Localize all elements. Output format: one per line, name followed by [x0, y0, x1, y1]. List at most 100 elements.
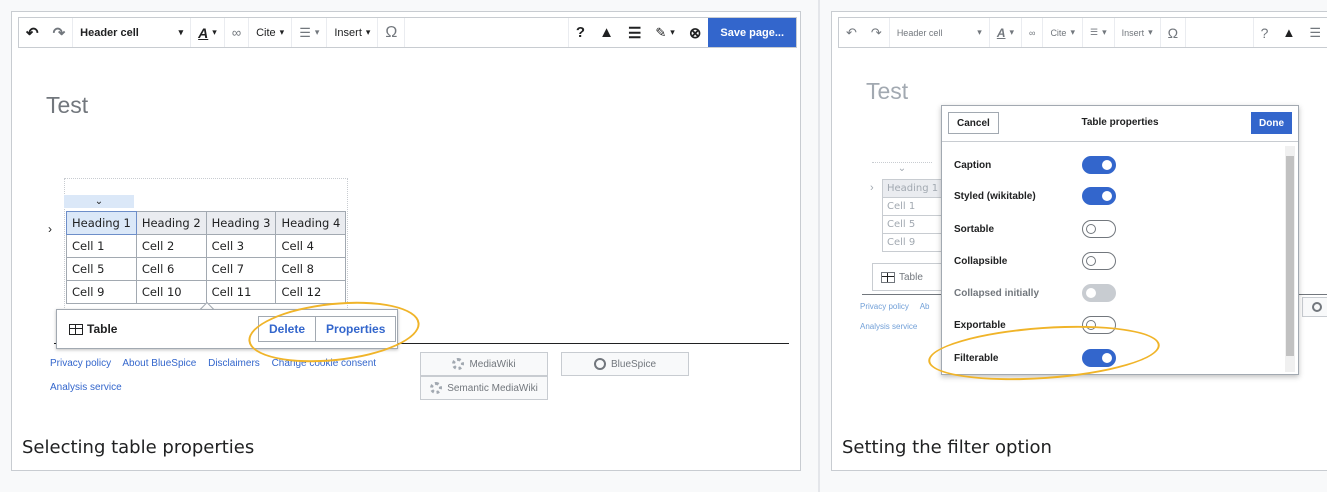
footer-link-analysis[interactable]: Analysis service: [860, 322, 917, 331]
collapsed-initially-toggle: [1082, 284, 1116, 302]
text-style-button[interactable]: A ▾: [191, 18, 225, 47]
table-cell[interactable]: Cell 9: [881, 233, 944, 252]
toolbar-spacer: [1186, 18, 1254, 47]
footer-link-privacy[interactable]: Privacy policy: [860, 302, 909, 311]
footer-analysis: Analysis service: [860, 322, 926, 331]
table-cell[interactable]: Cell 1: [66, 234, 137, 258]
list-button[interactable]: ☰ ▾: [1083, 18, 1115, 47]
chevron-down-icon: ▾: [977, 27, 982, 37]
caption-box: Setting the filter option: [831, 427, 1327, 471]
cite-button[interactable]: Cite ▾: [1043, 18, 1083, 47]
table-cell[interactable]: Cell 6: [135, 257, 207, 281]
context-label: Table: [69, 322, 117, 336]
redo-icon[interactable]: ↷: [864, 18, 890, 47]
context-label-text: Table: [87, 322, 118, 336]
menu-icon[interactable]: ☰: [621, 18, 648, 47]
caption-toggle[interactable]: [1082, 156, 1116, 174]
done-button[interactable]: Done: [1251, 112, 1292, 134]
styled-toggle[interactable]: [1082, 187, 1116, 205]
warning-icon[interactable]: ▲: [592, 18, 621, 47]
table-cell[interactable]: Cell 3: [205, 234, 277, 258]
toggle-knob: [1102, 191, 1112, 201]
close-icon[interactable]: ⊗: [682, 18, 709, 47]
table-cell[interactable]: Cell 12: [275, 280, 347, 304]
scrollbar-thumb[interactable]: [1286, 156, 1294, 356]
text-style-icon: A: [198, 24, 209, 41]
table-row: Cell 1: [881, 197, 944, 216]
bluespice-badge[interactable]: BlueSpice: [561, 352, 689, 376]
list-button[interactable]: ☰ ▾: [292, 18, 328, 47]
dialog-scrollbar[interactable]: [1285, 146, 1295, 372]
gallery-item-filter-option: ↶ ↷ Header cell ▾ A ▾ ∞ Cite ▾ ☰ ▾ Insert ▾ Ω…: [820, 0, 1327, 492]
format-dropdown[interactable]: Header cell ▾: [73, 18, 192, 47]
edit-mode-button[interactable]: ✎ ▾: [648, 18, 681, 47]
footer-link-about[interactable]: Ab: [920, 302, 930, 311]
option-collapsible-label: Collapsible: [954, 256, 1008, 267]
chevron-down-icon: ▾: [670, 27, 675, 37]
table-cell[interactable]: Cell 5: [66, 257, 137, 281]
footer-link-analysis[interactable]: Analysis service: [50, 382, 122, 393]
screenshot-filter-option: ↶ ↷ Header cell ▾ A ▾ ∞ Cite ▾ ☰ ▾ Insert ▾ Ω…: [831, 11, 1327, 429]
undo-icon[interactable]: ↶: [19, 18, 46, 47]
table-cell[interactable]: Cell 8: [275, 257, 347, 281]
option-collapsed-initially-label: Collapsed initially: [954, 288, 1040, 299]
save-page-button[interactable]: Save page...: [708, 18, 796, 47]
table-row: Cell 9: [881, 233, 944, 252]
bluespice-badge[interactable]: B: [1302, 297, 1327, 317]
table-cell[interactable]: Cell 2: [135, 234, 207, 258]
table-cell[interactable]: Cell 5: [881, 215, 944, 234]
list-icon: ☰: [1089, 27, 1099, 37]
table-cell[interactable]: Cell 7: [205, 257, 277, 281]
header-cell[interactable]: Heading 3: [205, 211, 277, 235]
table-header-row: Heading 1: [881, 179, 944, 198]
table-cell[interactable]: Cell 9: [66, 280, 137, 304]
format-label: Header cell: [896, 27, 943, 38]
chevron-down-icon: ▾: [365, 27, 371, 37]
footer-link-about[interactable]: About BlueSpice: [122, 358, 196, 369]
insert-button[interactable]: Insert ▾: [327, 18, 379, 47]
column-handle[interactable]: ⌄: [872, 162, 932, 176]
cite-button[interactable]: Cite ▾: [249, 18, 293, 47]
header-cell[interactable]: Heading 4: [275, 211, 347, 235]
smw-logo-icon: [430, 382, 443, 394]
chevron-down-icon: ▾: [212, 27, 217, 37]
insert-label: Insert: [1121, 27, 1145, 38]
footer-analysis: Analysis service: [50, 382, 131, 393]
header-cell[interactable]: Heading 1: [881, 179, 944, 198]
help-icon[interactable]: ?: [569, 18, 592, 47]
row-handle-chevron-icon[interactable]: ›: [870, 182, 874, 194]
chevron-down-icon: ▾: [1148, 27, 1153, 37]
mediawiki-badge[interactable]: MediaWiki: [420, 352, 548, 376]
row-handle-chevron-icon[interactable]: ›: [48, 222, 52, 236]
table-cell[interactable]: Cell 10: [135, 280, 207, 304]
special-character-button[interactable]: Ω: [1161, 18, 1187, 47]
sortable-toggle[interactable]: [1082, 220, 1116, 238]
text-style-button[interactable]: A ▾: [990, 18, 1023, 47]
column-handle[interactable]: ⌄: [64, 195, 134, 208]
insert-button[interactable]: Insert ▾: [1115, 18, 1161, 47]
link-icon[interactable]: ∞: [225, 18, 250, 47]
link-icon[interactable]: ∞: [1022, 18, 1044, 47]
footer-link-disclaimers[interactable]: Disclaimers: [208, 358, 260, 369]
header-cell[interactable]: Heading 2: [135, 211, 207, 235]
insert-label: Insert: [334, 26, 362, 39]
badge-label: MediaWiki: [469, 358, 516, 370]
header-cell[interactable]: Heading 1: [66, 211, 137, 235]
collapsible-toggle[interactable]: [1082, 252, 1116, 270]
warning-icon[interactable]: ▲: [1275, 18, 1302, 47]
table-cell[interactable]: Cell 11: [205, 280, 277, 304]
table-cell[interactable]: Cell 4: [275, 234, 347, 258]
help-icon[interactable]: ?: [1254, 18, 1276, 47]
footer-link-privacy[interactable]: Privacy policy: [50, 358, 111, 369]
table-cell[interactable]: Cell 1: [881, 197, 944, 216]
special-character-button[interactable]: Ω: [378, 18, 406, 47]
screenshot-selecting-properties: ↶ ↷ Header cell ▾ A ▾ ∞ Cite ▾ ☰ ▾ Insert ▾ Ω…: [11, 11, 801, 429]
redo-icon[interactable]: ↷: [46, 18, 74, 47]
menu-icon[interactable]: ☰: [1302, 18, 1327, 47]
undo-icon[interactable]: ↶: [839, 18, 864, 47]
format-dropdown[interactable]: Header cell ▾: [890, 18, 990, 47]
table-row: Cell 5 Cell 6 Cell 7 Cell 8: [66, 257, 347, 281]
semantic-mediawiki-badge[interactable]: Semantic MediaWiki: [420, 376, 548, 400]
chevron-down-icon: ▾: [1009, 27, 1015, 37]
table-row: Cell 9 Cell 10 Cell 11 Cell 12: [66, 280, 347, 304]
